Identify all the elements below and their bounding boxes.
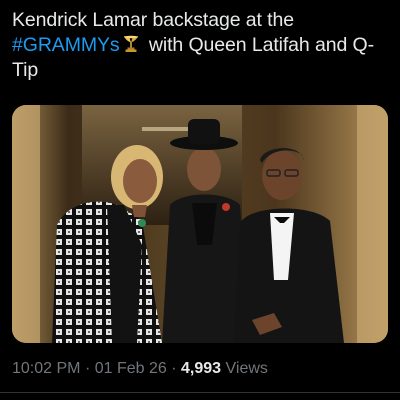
tweet-text-part1: Kendrick Lamar backstage at the — [12, 9, 294, 31]
tweet-metadata: 10:02 PM · 01 Feb 26 · 4,993 Views — [12, 358, 268, 380]
hashtag-link[interactable]: #GRAMMYs — [12, 34, 120, 56]
divider — [0, 392, 400, 393]
views-count: 4,993 — [181, 360, 222, 377]
meta-separator: · — [171, 360, 177, 377]
meta-separator: · — [84, 360, 91, 377]
photo-right-panel — [357, 105, 388, 343]
tweet-time[interactable]: 10:02 PM — [12, 360, 80, 377]
tweet-text: Kendrick Lamar backstage at the #GRAMMYs … — [12, 8, 392, 83]
tweet: Kendrick Lamar backstage at the #GRAMMYs … — [0, 0, 400, 400]
photo-left-panel — [12, 105, 40, 343]
tweet-date[interactable]: 01 Feb 26 — [95, 360, 167, 377]
views-label: Views — [225, 360, 268, 377]
tweet-photo[interactable] — [12, 105, 388, 343]
grammy-gramophone-icon — [123, 35, 138, 52]
